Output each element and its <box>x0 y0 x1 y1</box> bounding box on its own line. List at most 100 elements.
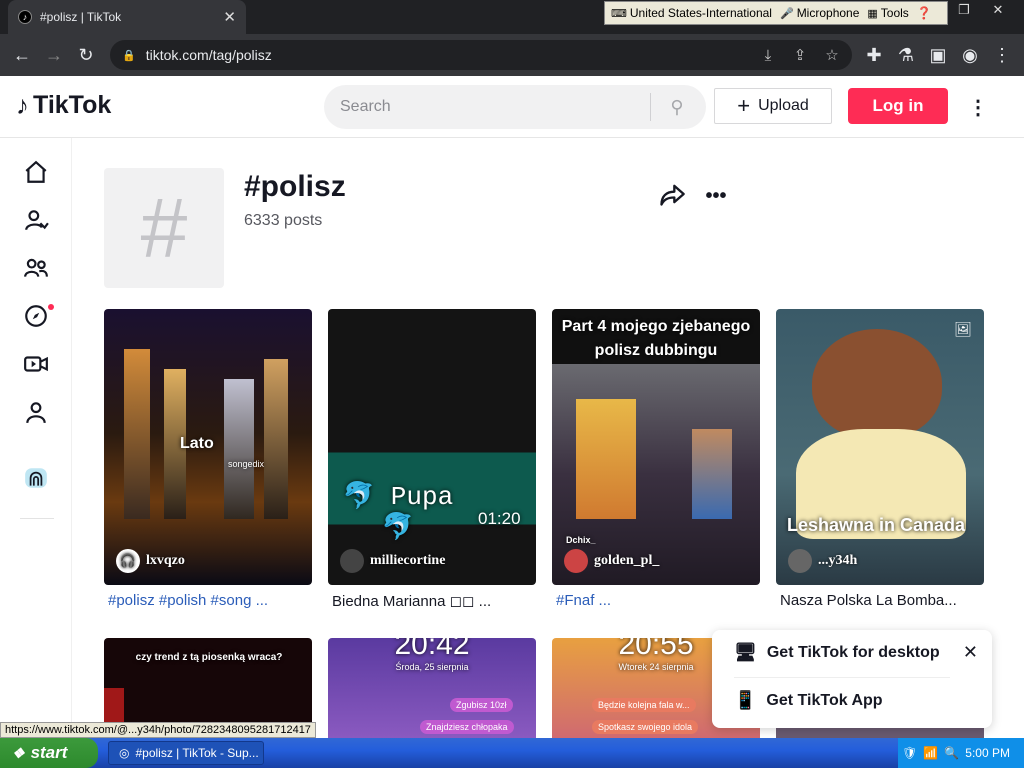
sidebar-item-home[interactable] <box>16 152 56 192</box>
language-selector[interactable]: ⌨ United States-International <box>611 6 772 20</box>
close-window-icon[interactable]: ✕ <box>984 0 1012 20</box>
clock: 5:00 PM <box>965 746 1010 760</box>
notification-bubble: Zgubisz 10zł <box>450 698 513 712</box>
login-button[interactable]: Log in <box>848 88 948 124</box>
video-card[interactable]: Part 4 mojego zjebanego polisz dubbingu … <box>552 309 760 585</box>
profile-avatar-icon[interactable]: ◉ <box>954 34 986 76</box>
live-camera-icon <box>24 356 48 372</box>
windows-logo-icon: ❖ <box>12 744 25 761</box>
sidebar-item-profile[interactable] <box>16 392 56 432</box>
video-overlay-text: Leshawna in Canada <box>786 515 966 535</box>
keyboard-icon: ⌨ <box>611 7 627 20</box>
browser-toolbar: ← → ↻ 🔒 tiktok.com/tag/polisz ⤓ ⇪ ☆ ✚ ⚗ … <box>0 34 1024 76</box>
tiktok-header: ♪ TikTok ⚲ + Upload Log in ⋮ <box>0 76 1024 138</box>
video-author[interactable]: golden_pl_ <box>564 549 659 573</box>
video-overlay-text: Lato <box>180 435 214 452</box>
url-text: tiktok.com/tag/polisz <box>145 47 272 63</box>
video-caption[interactable]: Biedna Marianna ◻◻ ... <box>332 592 540 610</box>
video-overlay-text: czy trend z tą piosenką wraca? <box>135 652 283 663</box>
more-options-icon[interactable]: ⋮ <box>966 92 990 122</box>
hashtag-icon: # <box>140 180 188 275</box>
install-icon[interactable]: ⤓ <box>754 40 782 70</box>
avatar <box>340 549 364 573</box>
tools-icon: ▦ <box>867 7 878 20</box>
avatar: 🎧 <box>116 549 140 573</box>
video-author[interactable]: 🎧 lxvqzo <box>116 549 185 573</box>
plus-icon: + <box>737 93 751 118</box>
video-overlay-subtext: songedix <box>228 459 265 469</box>
close-icon[interactable]: ✕ <box>963 642 978 663</box>
video-caption[interactable]: #polisz #polish #song ... <box>108 592 316 609</box>
sidebar-item-live[interactable] <box>16 344 56 384</box>
sidebar-divider <box>20 518 54 519</box>
video-overlay-subtext: Środa, 25 sierpnia <box>395 662 469 672</box>
share-icon[interactable] <box>658 180 690 212</box>
tab-close-icon[interactable]: ✕ <box>223 8 236 26</box>
upload-button[interactable]: + Upload <box>714 88 832 124</box>
search-input[interactable] <box>324 85 650 129</box>
restore-window-icon[interactable]: ❐ <box>950 0 978 20</box>
sidebar-item-friends[interactable] <box>16 248 56 288</box>
browser-tab[interactable]: ♪ #polisz | TikTok ✕ <box>8 0 246 34</box>
forward-icon[interactable]: → <box>38 34 70 76</box>
back-icon[interactable]: ← <box>6 34 38 76</box>
help-icon[interactable]: ❓ <box>917 6 932 20</box>
browser-menu-icon[interactable]: ⋮ <box>986 34 1018 76</box>
address-bar[interactable]: 🔒 tiktok.com/tag/polisz ⤓ ⇪ ☆ <box>110 40 852 70</box>
tiktok-logo[interactable]: ♪ TikTok <box>16 90 111 121</box>
extensions-icon[interactable]: ✚ <box>858 34 890 76</box>
video-caption[interactable]: Nasza Polska La Bomba... <box>780 592 988 609</box>
share-page-icon[interactable]: ⇪ <box>786 40 814 70</box>
start-button[interactable]: ❖ start <box>0 738 98 768</box>
avatar <box>788 549 812 573</box>
notification-bubble: Będzie kolejna fala w... <box>592 698 696 712</box>
reload-icon[interactable]: ↻ <box>70 34 102 76</box>
tag-more-options-icon[interactable]: ••• <box>702 180 730 212</box>
following-user-icon <box>25 210 49 231</box>
sidebar-item-following[interactable] <box>16 200 56 240</box>
browser-tabbar: ♪ #polisz | TikTok ✕ ⌨ United States-Inte… <box>0 0 1024 34</box>
taskbar-item-chrome[interactable]: ◎ #polisz | TikTok - Sup... <box>108 741 264 765</box>
search-bar: ⚲ <box>324 85 706 129</box>
video-overlay-text: 20:42 <box>394 638 470 661</box>
get-app-link[interactable]: 📱 Get TikTok App <box>734 690 883 711</box>
home-icon <box>25 160 47 183</box>
video-card[interactable]: 🖼 Leshawna in Canada ...y34h <box>776 309 984 585</box>
creator-badge-icon <box>25 468 47 488</box>
video-caption[interactable]: #Fnaf ... <box>556 592 764 609</box>
taskbar: ❖ start ◎ #polisz | TikTok - Sup... 🛡 📶 … <box>0 738 1024 768</box>
video-overlay-text: 🐬 Pupa 🐬 <box>342 482 454 543</box>
search-tray-icon[interactable]: 🔍 <box>944 746 959 760</box>
lock-icon: 🔒 <box>122 49 136 62</box>
bookmark-star-icon[interactable]: ☆ <box>818 40 846 70</box>
microphone-button[interactable]: 🎤 Microphone <box>780 6 859 20</box>
video-card[interactable]: 🐬 Pupa 🐬 01:20 milliecortine <box>328 309 536 585</box>
get-desktop-link[interactable]: 🖥 Get TikTok for desktop <box>734 642 940 663</box>
security-shield-icon[interactable]: 🛡 <box>902 746 917 760</box>
video-author[interactable]: milliecortine <box>340 549 445 573</box>
sidebar <box>0 138 72 738</box>
hashtag-thumbnail: # <box>104 168 224 288</box>
get-app-popup: 🖥 Get TikTok for desktop ✕ 📱 Get TikTok … <box>712 630 992 728</box>
video-card[interactable]: Lato songedix 🎧 lxvqzo <box>104 309 312 585</box>
logo-text: TikTok <box>33 91 112 119</box>
post-count: 6333 posts <box>244 212 323 229</box>
video-card[interactable]: 20:42 Środa, 25 sierpnia Zgubisz 10zł Zn… <box>328 638 536 738</box>
tiktok-page: ♪ TikTok ⚲ + Upload Log in ⋮ <box>0 76 1024 738</box>
network-icon[interactable]: 📶 <box>923 746 938 760</box>
video-overlay-subtext: Dchix_ <box>566 535 596 545</box>
popup-divider <box>734 677 950 678</box>
language-bar: ⌨ United States-International 🎤 Microphone… <box>604 1 948 25</box>
tiktok-favicon-icon: ♪ <box>18 10 32 24</box>
mobile-phone-icon: 📱 <box>734 690 757 710</box>
video-author[interactable]: ...y34h <box>788 549 857 573</box>
compass-icon <box>25 305 47 327</box>
notification-bubble: Spotkasz swojego idola <box>592 720 699 734</box>
sidebar-item-creator[interactable] <box>16 458 56 498</box>
lab-flask-icon[interactable]: ⚗ <box>890 34 922 76</box>
tools-button[interactable]: ▦ Tools <box>867 6 908 20</box>
search-icon[interactable]: ⚲ <box>651 85 703 129</box>
side-panel-icon[interactable]: ▣ <box>922 34 954 76</box>
photo-icon: 🖼 <box>954 321 972 337</box>
sidebar-item-explore[interactable] <box>16 296 56 336</box>
